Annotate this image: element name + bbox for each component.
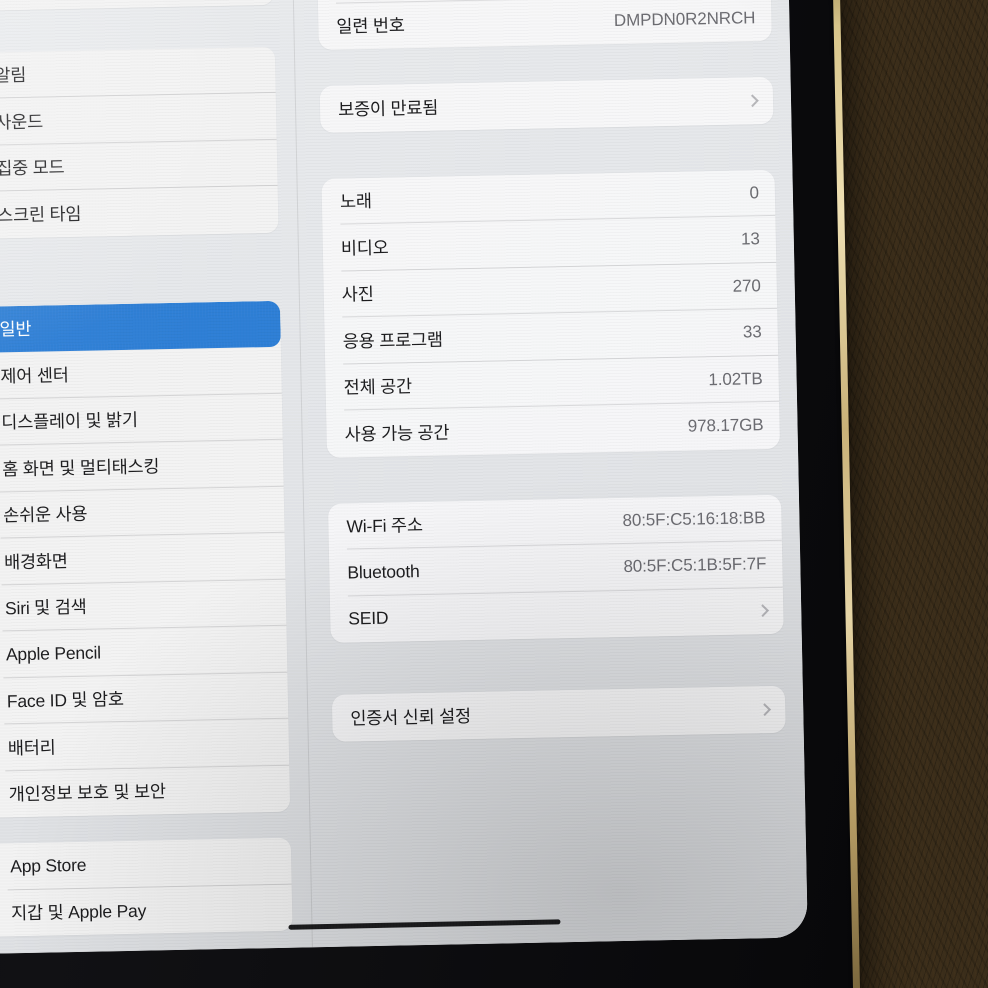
photo-scene: ᛦBluetooth켬🔔알림🔊사운드☾집중 모드⌛스크린 타임⚙일반≡제어 센터… [0,0,988,988]
sidebar-item-label: 스크린 타임 [0,203,82,226]
sidebar-item-개인정보-보호-및-보안[interactable]: ✋개인정보 보호 및 보안 [0,765,290,818]
detail-group-network: Wi-Fi 주소 80:5F:C5:16:18:BB Bluetooth 80:5F:… [328,494,784,643]
sidebar-item-label: App Store [10,854,87,877]
detail-row-value: 13 [740,229,760,249]
about-detail-pane[interactable]: 모델 번호MXDH2KH/A일련 번호DMPDN0R2NRCH보증이 만료됨노래… [305,0,808,947]
settings-app: ᛦBluetooth켬🔔알림🔊사운드☾집중 모드⌛스크린 타임⚙일반≡제어 센터… [0,0,808,963]
sidebar-item-label: 디스플레이 및 밝기 [1,409,139,433]
sidebar-item-label: Face ID 및 암호 [6,689,124,712]
detail-row-label: 사진 [341,284,374,305]
sidebar-item-label: 집중 모드 [0,157,65,179]
sidebar-item-제어-센터[interactable]: ≡제어 센터 [0,347,282,400]
ipad-screen: ᛦBluetooth켬🔔알림🔊사운드☾집중 모드⌛스크린 타임⚙일반≡제어 센터… [0,0,808,963]
sidebar-item-face-id-및-암호[interactable]: ☺Face ID 및 암호 [0,672,289,725]
detail-group-storage: 노래 0 비디오 13 사진 270 응용 프로그램 33 전체 공간 1.02TB 사용 가능 공… [321,169,780,458]
detail-row-seid[interactable]: SEID [330,587,784,643]
detail-row-사용-가능-공간: 사용 가능 공간 978.17GB [326,402,780,458]
sidebar-item-label: 홈 화면 및 멀티태스킹 [2,455,160,480]
sidebar-item-label: 손쉬운 사용 [2,503,88,526]
sidebar-item-label: 사운드 [0,111,44,133]
detail-row-label: 사용 가능 공간 [344,422,450,445]
detail-group-gap [319,633,803,695]
detail-row-label: Wi-Fi 주소 [346,515,423,537]
sidebar-item-알림[interactable]: 🔔알림 [0,46,276,99]
detail-row-value: 80:5F:C5:16:18:BB [622,507,766,530]
sidebar-item-스크린-타임[interactable]: ⌛스크린 타임 [0,186,279,239]
detail-row-value: 80:5F:C5:1B:5F:7F [623,554,767,577]
detail-row-value: 33 [742,322,762,342]
detail-row-value: 1.02TB [708,368,763,389]
detail-row-인증서-신뢰-설정[interactable]: 인증서 신뢰 설정 [332,686,786,742]
sidebar-item-label: 알림 [0,65,27,86]
detail-row-label: 비디오 [340,237,389,259]
detail-row-보증이-만료됨[interactable]: 보증이 만료됨 [320,77,774,133]
detail-row-value: 978.17GB [687,415,764,436]
chevron-right-icon [756,604,770,618]
detail-row-label: 응용 프로그램 [342,329,443,352]
sidebar-item-label: 개인정보 보호 및 보안 [8,781,167,805]
sidebar-item-배터리[interactable]: ▭배터리 [0,719,290,772]
sidebar-item-label: Siri 및 검색 [4,596,87,619]
detail-row-label: 일련 번호 [336,15,405,37]
detail-group-certificates: 인증서 신뢰 설정 [331,685,786,742]
sidebar-item-app-store[interactable]: AApp Store [0,838,292,891]
sidebar-item-label: 일반 [0,319,32,340]
sidebar-item-label: 제어 센터 [0,364,69,387]
detail-row-label: 전체 공간 [343,376,413,398]
detail-row-label: 보증이 만료됨 [337,97,439,120]
sidebar-group-services: AApp Store▤지갑 및 Apple Pay [0,837,293,938]
detail-row-value: 270 [732,275,761,296]
sidebar-item-디스플레이-및-밝기[interactable]: AA디스플레이 및 밝기 [0,393,283,446]
chevron-right-icon [758,703,772,716]
sidebar-item-사운드[interactable]: 🔊사운드 [0,93,277,146]
sidebar-item-홈-화면-및-멀티태스킹[interactable]: ∷홈 화면 및 멀티태스킹 [0,440,284,493]
sidebar-item-label: 배터리 [7,737,56,759]
sidebar-item-label: 배경화면 [3,550,68,573]
detail-group-warranty: 보증이 만료됨 [319,76,774,133]
sidebar-group-system: ⚙일반≡제어 센터AA디스플레이 및 밝기∷홈 화면 및 멀티태스킹ⓘ손쉬운 사… [0,300,291,819]
sidebar-group-alerts: 🔔알림🔊사운드☾집중 모드⌛스크린 타임 [0,46,279,240]
sidebar-item-집중-모드[interactable]: ☾집중 모드 [0,139,278,192]
sidebar-item-apple-pencil[interactable]: ╱Apple Pencil [0,626,288,679]
sidebar-item-일반[interactable]: ⚙일반 [0,300,281,354]
detail-row-label: Bluetooth [347,560,420,583]
sidebar-item-지갑-및-apple-pay[interactable]: ▤지갑 및 Apple Pay [0,884,293,937]
sidebar-item-손쉬운-사용[interactable]: ⓘ손쉬운 사용 [0,486,285,539]
sidebar-item-배경화면[interactable]: ✿배경화면 [0,533,286,586]
settings-sidebar[interactable]: ᛦBluetooth켬🔔알림🔊사운드☾집중 모드⌛스크린 타임⚙일반≡제어 센터… [0,0,301,954]
detail-row-label: SEID [348,607,389,629]
detail-row-label: 노래 [339,191,372,212]
detail-row-value: 0 [749,182,760,203]
sidebar-item-siri-및-검색[interactable]: Siri 및 검색 [0,579,287,632]
detail-row-value: DMPDN0R2NRCH [613,7,756,30]
sidebar-item-label: Apple Pencil [5,642,102,665]
detail-row-label: 인증서 신뢰 설정 [350,705,472,729]
chevron-right-icon [746,94,759,107]
sidebar-item-label: 지갑 및 Apple Pay [10,900,147,924]
